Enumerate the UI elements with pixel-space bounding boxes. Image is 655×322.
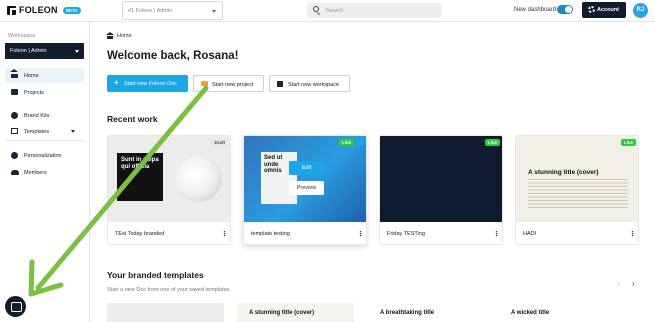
sidebar-workspace-select[interactable]: Foleon | Admin [5,43,84,59]
logo-text: FOLEON [19,5,58,15]
template-card[interactable] [107,303,224,322]
card-thumbnail[interactable]: Sunt in culpa qui officia Draft [108,136,230,222]
new-dashboard-toggle[interactable] [557,5,573,14]
preview-button[interactable]: Preview [289,181,324,195]
thumbnail-title: A stunning title (cover) [528,169,599,176]
chevron-down-icon [71,130,75,133]
new-dashboard-label: New dashboard [514,7,557,13]
more-options-icon[interactable] [493,230,500,240]
thumbnail-body-text [528,179,628,209]
card-title[interactable]: TEst Today branded [115,231,164,237]
search-placeholder: Search [326,8,344,14]
workspace-icon [277,81,283,87]
chevron-right-icon[interactable]: › [632,279,635,288]
gear-icon [588,6,595,13]
page-title: Welcome back, Rosana! [107,50,239,62]
status-badge: Live [620,139,636,146]
more-options-icon[interactable] [629,230,636,240]
search-icon [313,6,319,12]
chevron-down-icon [75,50,79,53]
sidebar-workspace-value: Foleon | Admin [10,48,47,54]
sidebar-item-label: Templates [24,128,50,135]
button-label: Start new workspace [288,81,340,88]
start-new-doc-button[interactable]: + Start new Foleon Doc [107,75,188,92]
template-icon [11,128,18,134]
start-new-project-button[interactable]: Start new project [193,75,264,92]
recent-card[interactable]: Sed ut unde omnis Edit Preview Live temp… [243,135,367,245]
button-label: Start new project [212,81,254,88]
folder-icon [201,81,208,86]
button-label: Start new Foleon Doc [124,80,177,87]
beta-badge: BETA [62,6,81,14]
sidebar-item-members[interactable]: Members [5,165,84,180]
home-icon [10,69,18,78]
sidebar-item-label: Members [24,169,47,176]
top-bar: FOLEON BETA #1 Foleon | Admin Search New… [0,0,655,22]
template-card[interactable]: A breathtaking title [368,303,485,322]
edit-button[interactable]: Edit [289,161,324,175]
templates-subtitle: Start a new Doc from one of your saved t… [107,287,231,293]
account-label: Account [597,7,619,13]
workspace-select[interactable]: #1 Foleon | Admin [122,1,223,20]
template-title: A breathtaking title [380,310,435,316]
foleon-logo-icon [7,5,16,15]
status-badge: Live [484,139,500,146]
workspace-caption: Workspace [8,33,36,39]
recent-work-heading: Recent work [107,114,158,124]
person-icon [11,152,18,159]
status-badge: Draft [211,139,228,146]
sidebar-item-label: Personalization [24,152,62,159]
members-icon [11,170,19,175]
breadcrumb[interactable]: Home [117,33,132,39]
sidebar-item-brand-kits[interactable]: Brand Kits [5,108,84,123]
chevron-left-icon[interactable]: ‹ [617,279,620,288]
sidebar-item-label: Home [24,72,39,79]
folder-icon [11,89,18,95]
earbuds-image [176,156,222,202]
recent-card[interactable]: A stunning title (cover) Live HADI [515,135,639,245]
card-thumbnail[interactable]: Live [380,136,502,222]
template-title: A wicked title [511,310,550,316]
palette-icon [11,112,18,119]
workspace-select-value: #1 Foleon | Admin [128,8,173,14]
templates-heading: Your branded templates [107,270,204,280]
thumbnail-text: Sunt in culpa qui officia [121,157,159,170]
card-thumbnail[interactable]: A stunning title (cover) Live [516,136,638,222]
sidebar-item-projects[interactable]: Projects [5,85,84,100]
template-title: A stunning title (cover) [249,310,315,316]
search-input[interactable]: Search [307,3,442,18]
sidebar-item-templates[interactable]: Templates [5,124,84,139]
status-badge: Live [338,139,354,146]
sidebar-item-label: Projects [24,89,44,96]
more-options-icon[interactable] [357,230,364,240]
template-card[interactable]: A wicked title [499,303,616,322]
card-title[interactable]: Friday TESTing [387,231,425,237]
sidebar-item-home[interactable]: Home [5,68,84,83]
avatar[interactable]: RJ [633,3,648,18]
foleon-logo[interactable]: FOLEON BETA [7,5,81,15]
template-card[interactable]: A stunning title (cover) [237,303,354,322]
recent-card[interactable]: Sunt in culpa qui officia Draft TEst Tod… [107,135,231,245]
card-title[interactable]: template testing [251,231,290,237]
card-title[interactable]: HADI [523,231,536,237]
more-options-icon[interactable] [221,230,228,240]
sidebar-item-personalization[interactable]: Personalization [5,148,84,163]
recent-card[interactable]: Live Friday TESTing [379,135,503,245]
info-icon[interactable] [357,139,364,146]
start-new-workspace-button[interactable]: Start new workspace [269,75,350,92]
chevron-down-icon [212,10,216,13]
card-thumbnail[interactable]: Sed ut unde omnis Edit Preview Live [244,136,366,222]
plus-icon: + [114,78,119,87]
sidebar-divider [5,140,84,141]
home-icon [106,31,114,39]
sidebar: Workspace Foleon | Admin Home Projects B… [0,22,90,322]
account-button[interactable]: Account [582,2,626,18]
chat-support-button[interactable] [5,296,26,317]
sidebar-item-label: Brand Kits [24,112,50,119]
